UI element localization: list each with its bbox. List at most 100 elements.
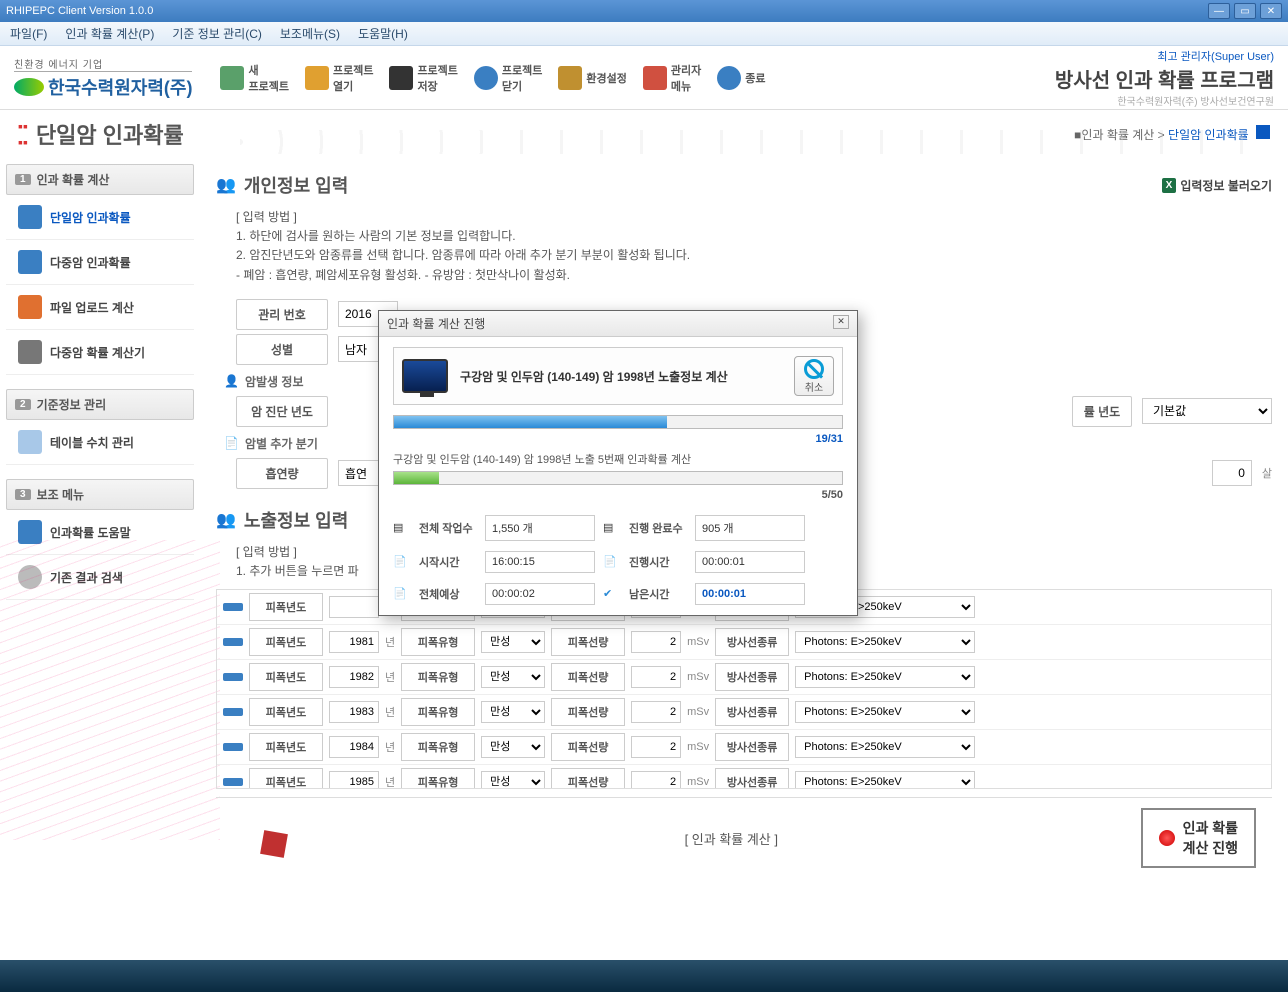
select-rad[interactable]: Photons: E>250keV xyxy=(795,666,975,688)
eta-value: 00:00:02 xyxy=(485,583,595,605)
label-mgmt-no: 관리 번호 xyxy=(236,299,328,330)
dialog-close-button[interactable]: ✕ xyxy=(833,315,849,329)
label-sex: 성별 xyxy=(236,334,328,365)
sidebar-item-table-manage[interactable]: 테이블 수치 관리 xyxy=(6,420,194,465)
people-icon: 👥 xyxy=(216,510,236,530)
menu-aux[interactable]: 보조메뉴(S) xyxy=(280,25,340,42)
col-type: 피폭유형 xyxy=(401,698,475,726)
header-dots-icon: ▪▪▪▪ xyxy=(18,118,28,150)
progress-bar-1 xyxy=(393,415,843,429)
open-project-button[interactable]: 프로젝트열기 xyxy=(305,62,373,94)
table-row: 피폭년도년피폭유형만성피폭선량mSv방사선종류Photons: E>250keV xyxy=(217,695,1271,730)
menu-calc[interactable]: 인과 확률 계산(P) xyxy=(65,25,154,42)
select-type[interactable]: 만성 xyxy=(481,736,545,758)
sidebar-item-single-cancer[interactable]: 단일암 인과확률 xyxy=(6,195,194,240)
col-rad: 방사선종류 xyxy=(715,663,789,691)
admin-menu-button[interactable]: 관리자메뉴 xyxy=(643,62,701,94)
menu-help[interactable]: 도움말(H) xyxy=(358,25,408,42)
select-type[interactable]: 만성 xyxy=(481,666,545,688)
input-year[interactable] xyxy=(329,666,379,688)
bottom-label: [ 인과 확률 계산 ] xyxy=(685,829,778,848)
input-dose[interactable] xyxy=(631,631,681,653)
check-icon: ✔ xyxy=(603,587,617,601)
select-rad[interactable]: Photons: E>250keV xyxy=(795,631,975,653)
input-year[interactable] xyxy=(329,771,379,789)
col-type: 피폭유형 xyxy=(401,768,475,789)
page-header: ▪▪▪▪ 단일암 인과확률 ■인과 확률 계산 > 단일암 인과확률 xyxy=(0,110,1288,158)
input-dose[interactable] xyxy=(631,771,681,789)
leaf-icon xyxy=(14,78,44,96)
cube-icon xyxy=(18,250,42,274)
record-icon xyxy=(1159,830,1175,846)
program-title: 방사선 인과 확률 프로그램 xyxy=(1055,64,1274,93)
import-button[interactable]: X입력정보 불러오기 xyxy=(1162,177,1272,194)
row-handle-icon[interactable] xyxy=(223,603,243,611)
input-year[interactable] xyxy=(329,736,379,758)
sidebar-item-search-results[interactable]: 기존 결과 검색 xyxy=(6,555,194,600)
wrench-icon xyxy=(558,66,582,90)
input-year[interactable] xyxy=(329,701,379,723)
select-rad[interactable]: Photons: E>250keV xyxy=(795,701,975,723)
row-handle-icon[interactable] xyxy=(223,743,243,751)
calculator-icon xyxy=(18,340,42,364)
menu-file[interactable]: 파일(F) xyxy=(10,25,47,42)
label-exp-year: 률 년도 xyxy=(1072,396,1132,427)
col-rad: 방사선종류 xyxy=(715,628,789,656)
close-window-button[interactable]: ✕ xyxy=(1260,3,1282,19)
col-year: 피폭년도 xyxy=(249,663,323,691)
col-year: 피폭년도 xyxy=(249,593,323,621)
table-row: 피폭년도년피폭유형만성피폭선량mSv방사선종류Photons: E>250keV xyxy=(217,625,1271,660)
select-exp-year[interactable]: 기본값 xyxy=(1142,398,1272,424)
row-handle-icon[interactable] xyxy=(223,708,243,716)
col-year: 피폭년도 xyxy=(249,733,323,761)
col-year: 피폭년도 xyxy=(249,628,323,656)
input-year[interactable] xyxy=(329,631,379,653)
sidebar-header-1: 1인과 확률 계산 xyxy=(6,164,194,195)
input-age[interactable] xyxy=(1212,460,1252,486)
cancel-button[interactable]: 취소 xyxy=(794,356,834,396)
bottom-bar: [ 인과 확률 계산 ] 인과 확률 계산 진행 xyxy=(216,797,1272,878)
progress-count-1: 19/31 xyxy=(815,433,843,445)
menu-base[interactable]: 기준 정보 관리(C) xyxy=(172,25,262,42)
select-type[interactable]: 만성 xyxy=(481,771,545,789)
input-dose[interactable] xyxy=(631,701,681,723)
sidebar-item-file-upload[interactable]: 파일 업로드 계산 xyxy=(6,285,194,330)
col-type: 피폭유형 xyxy=(401,733,475,761)
exposure-table[interactable]: 피폭년도년피폭유형피폭선량mSv방사선종류Photons: E>250keV피폭… xyxy=(216,589,1272,789)
dialog-headline: 구강암 및 인두암 (140-149) 암 1998년 노출정보 계산 xyxy=(460,368,782,385)
row-handle-icon[interactable] xyxy=(223,673,243,681)
people-icon: 👥 xyxy=(216,175,236,195)
select-type[interactable]: 만성 xyxy=(481,701,545,723)
select-rad[interactable]: Photons: E>250keV xyxy=(795,736,975,758)
program-subtitle: 한국수력원자력(주) 방사선보건연구원 xyxy=(1055,93,1274,108)
sidebar-header-3: 3보조 메뉴 xyxy=(6,479,194,510)
settings-button[interactable]: 환경설정 xyxy=(558,66,626,90)
row-handle-icon[interactable] xyxy=(223,778,243,786)
os-taskbar[interactable] xyxy=(0,960,1288,992)
col-type: 피폭유형 xyxy=(401,663,475,691)
maximize-button[interactable]: ▭ xyxy=(1234,3,1256,19)
input-year[interactable] xyxy=(329,596,379,618)
col-year: 피폭년도 xyxy=(249,768,323,789)
col-rad: 방사선종류 xyxy=(715,768,789,789)
exit-button[interactable]: 종료 xyxy=(717,66,765,90)
help-text: [ 입력 방법 ] 1. 하단에 검사를 원하는 사람의 기본 정보를 입력합니… xyxy=(236,208,1272,285)
sidebar-item-calculator[interactable]: 다중암 확률 계산기 xyxy=(6,330,194,375)
select-rad[interactable]: Photons: E>250keV xyxy=(795,771,975,789)
sidebar-item-help[interactable]: 인과확률 도움말 xyxy=(6,510,194,555)
select-type[interactable]: 만성 xyxy=(481,631,545,653)
save-project-button[interactable]: 프로젝트저장 xyxy=(389,62,457,94)
progress-dialog: 인과 확률 계산 진행 ✕ 구강암 및 인두암 (140-149) 암 1998… xyxy=(378,310,858,616)
close-project-button[interactable]: 프로젝트닫기 xyxy=(474,62,542,94)
person-icon: 👤 xyxy=(224,374,239,388)
list-icon: ▤ xyxy=(393,521,407,535)
input-dose[interactable] xyxy=(631,666,681,688)
calculate-button[interactable]: 인과 확률 계산 진행 xyxy=(1141,808,1256,868)
input-dose[interactable] xyxy=(631,736,681,758)
col-dose: 피폭선량 xyxy=(551,768,625,789)
new-project-button[interactable]: 새프로젝트 xyxy=(220,62,288,94)
col-rad: 방사선종류 xyxy=(715,733,789,761)
row-handle-icon[interactable] xyxy=(223,638,243,646)
minimize-button[interactable]: — xyxy=(1208,3,1230,19)
sidebar-item-multi-cancer[interactable]: 다중암 인과확률 xyxy=(6,240,194,285)
